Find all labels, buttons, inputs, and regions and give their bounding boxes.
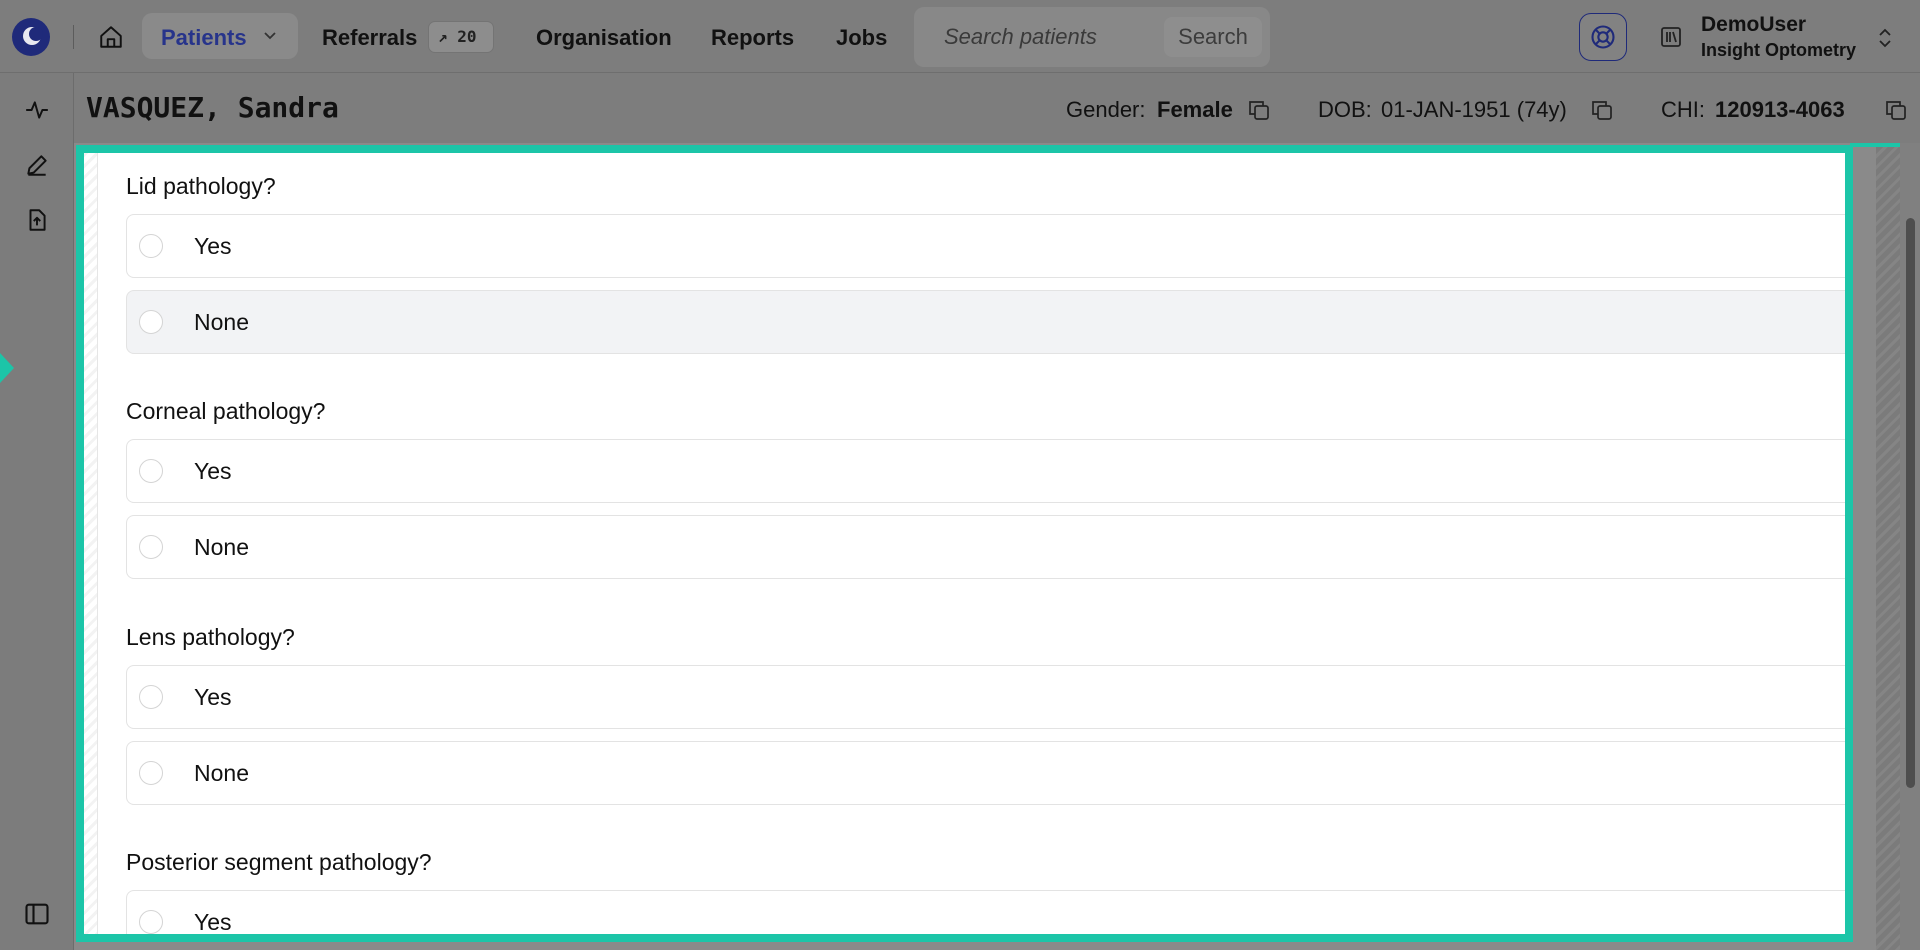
help-button[interactable] <box>1579 13 1627 61</box>
panel-left-stripe <box>84 153 98 934</box>
pencil-icon[interactable] <box>24 152 50 178</box>
option-posterior-yes[interactable]: Yes <box>126 890 1845 935</box>
activity-icon[interactable] <box>24 97 50 123</box>
option-corneal-none[interactable]: None <box>126 515 1845 579</box>
option-label: None <box>194 760 249 786</box>
question-corneal-pathology: Corneal pathology? <box>126 398 326 424</box>
active-tab-indicator <box>1850 143 1900 147</box>
option-label: None <box>194 534 249 560</box>
gender-label: Gender: <box>1066 97 1146 122</box>
patient-search: Search <box>914 7 1270 67</box>
nav-divider <box>73 25 74 49</box>
radio-button[interactable] <box>139 761 163 785</box>
option-corneal-yes[interactable]: Yes <box>126 439 1845 503</box>
radio-button[interactable] <box>139 310 163 334</box>
eye-logo-icon[interactable] <box>12 18 50 56</box>
radio-button[interactable] <box>139 535 163 559</box>
user-organisation: Insight Optometry <box>1701 40 1857 60</box>
nav-patients-label: Patients <box>161 25 247 50</box>
nav-referrals[interactable]: Referrals <box>322 25 417 51</box>
question-lens-pathology: Lens pathology? <box>126 624 295 650</box>
nav-reports[interactable]: Reports <box>711 25 794 51</box>
logo-pupil <box>29 27 43 41</box>
gender-value-text: Female <box>1157 97 1233 122</box>
option-label: Yes <box>194 909 232 935</box>
radio-button[interactable] <box>139 459 163 483</box>
radio-button[interactable] <box>139 910 163 934</box>
option-label: Yes <box>194 684 232 710</box>
option-label: None <box>194 309 249 335</box>
dob-value: 01-JAN-1951 (74y) <box>1381 97 1567 122</box>
option-lid-yes[interactable]: Yes <box>126 214 1845 278</box>
top-navigation-bar: Patients Referrals ↗ 20 Organisation Rep… <box>0 0 1920 73</box>
examination-form-panel: Lid pathology? Yes None Corneal patholog… <box>76 145 1853 942</box>
nav-jobs[interactable]: Jobs <box>836 25 887 51</box>
home-icon[interactable] <box>98 24 124 50</box>
chi-value-text: 120913-4063 <box>1715 97 1845 122</box>
option-lens-yes[interactable]: Yes <box>126 665 1845 729</box>
chevron-down-icon <box>264 32 276 40</box>
search-input[interactable] <box>920 13 1170 61</box>
active-section-marker <box>0 353 14 383</box>
chi-label: CHI: <box>1661 97 1705 122</box>
option-lid-none[interactable]: None <box>126 290 1845 354</box>
chi-value: 120913-4063 <box>1715 97 1845 123</box>
option-lens-none[interactable]: None <box>126 741 1845 805</box>
gender-value: Female <box>1157 97 1233 123</box>
patient-header: VASQUEZ, Sandra Gender: Female DOB: 01-J… <box>74 73 1920 143</box>
question-posterior-segment-pathology: Posterior segment pathology? <box>126 849 432 875</box>
radio-button[interactable] <box>139 234 163 258</box>
left-sidebar <box>0 73 74 950</box>
referrals-count-badge: ↗ 20 <box>428 21 494 53</box>
user-name: DemoUser <box>1701 13 1807 36</box>
sidebar-toggle-icon[interactable] <box>23 900 51 928</box>
scrollbar-thumb[interactable] <box>1906 218 1915 788</box>
library-icon <box>1661 27 1681 47</box>
copy-icon[interactable] <box>1247 98 1271 122</box>
patient-name: VASQUEZ, Sandra <box>86 91 339 124</box>
chevron-up-down-icon[interactable] <box>1876 27 1894 49</box>
nav-patients-dropdown[interactable]: Patients <box>142 13 298 59</box>
lifebuoy-icon <box>1591 25 1615 49</box>
question-lid-pathology: Lid pathology? <box>126 173 276 199</box>
search-button[interactable]: Search <box>1164 17 1262 57</box>
option-label: Yes <box>194 233 232 259</box>
dob-label: DOB: <box>1318 97 1372 122</box>
nav-organisation[interactable]: Organisation <box>536 25 672 51</box>
panel-edge-stripe <box>1876 143 1900 950</box>
radio-button[interactable] <box>139 685 163 709</box>
copy-icon[interactable] <box>1884 98 1908 122</box>
option-label: Yes <box>194 458 232 484</box>
file-upload-icon[interactable] <box>24 207 50 233</box>
copy-icon[interactable] <box>1590 98 1614 122</box>
